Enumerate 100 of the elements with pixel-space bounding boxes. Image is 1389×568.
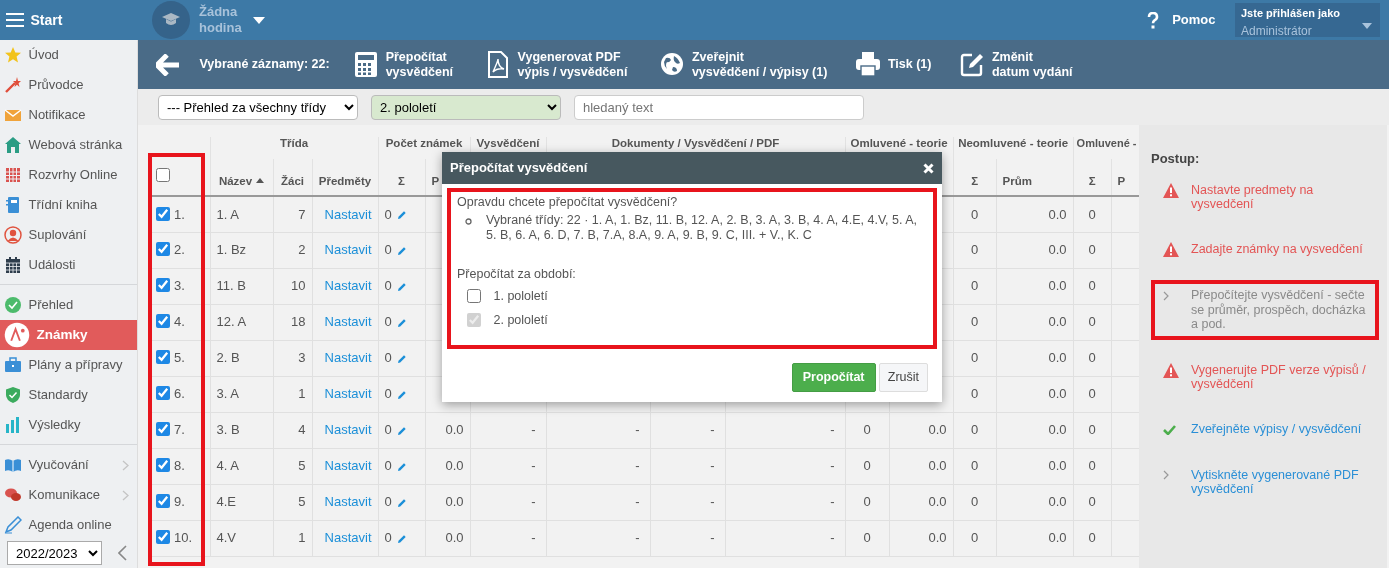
table-cell: 0 (384, 458, 392, 474)
toolbar-button[interactable]: Změnit datum vydání (959, 49, 1073, 80)
toolbar-button[interactable]: Tisk (1) (855, 51, 932, 78)
help-icon[interactable] (1147, 11, 1160, 29)
column-header[interactable]: Σ (1073, 159, 1112, 196)
period-select[interactable]: 2. pololetí (371, 94, 561, 120)
pencil-icon[interactable] (396, 353, 407, 364)
back-arrow-icon[interactable] (156, 53, 180, 76)
column-header[interactable]: Σ (378, 159, 426, 196)
sidebar-item[interactable]: Události (0, 250, 137, 280)
menu-icon[interactable] (6, 13, 24, 27)
table-cell: 0 (1073, 520, 1112, 556)
sidebar-item[interactable]: Vyučování (0, 450, 137, 480)
collapse-icon[interactable] (118, 545, 127, 561)
toolbar-button[interactable]: Přepočítat vysvědčení (353, 49, 454, 80)
sidebar-item[interactable]: Třídní kniha (0, 190, 137, 220)
row-checkbox[interactable] (156, 314, 170, 329)
table-cell: 0 (845, 448, 890, 484)
sidebar-item[interactable]: Přehled (0, 290, 137, 320)
sidebar-item[interactable]: Notifikace (0, 100, 137, 130)
search-field[interactable]: hledaný text (574, 94, 864, 120)
table-cell: 0 (384, 314, 392, 330)
table-cell: 0.0 (425, 484, 471, 520)
pencil-icon[interactable] (396, 281, 407, 292)
sidebar-item[interactable]: Úvod (0, 40, 137, 70)
table-cell: - (546, 412, 651, 448)
table-cell: 0 (953, 376, 997, 412)
pencil-icon[interactable] (396, 461, 407, 472)
sidebar-item[interactable]: Standardy (0, 380, 137, 410)
column-header[interactable]: Název (218, 175, 253, 188)
printer-icon (855, 51, 882, 78)
row-checkbox[interactable] (156, 278, 170, 293)
table-cell: 0 (384, 206, 392, 222)
table-cell: 0 (384, 242, 392, 258)
row-checkbox[interactable] (156, 458, 170, 473)
pencil-icon[interactable] (396, 389, 407, 400)
table-cell: - (470, 520, 547, 556)
class-select[interactable]: --- Přehled za všechny třídy (158, 94, 358, 120)
period-checkbox[interactable] (467, 289, 481, 304)
row-checkbox[interactable] (156, 530, 170, 545)
sidebar-item[interactable]: Komunikace (0, 480, 137, 510)
column-header[interactable]: Prům (996, 159, 1074, 196)
briefcase-icon (4, 356, 22, 374)
table-cell: 0 (1073, 412, 1112, 448)
dialog-title: Přepočítat vysvědčení (450, 160, 588, 176)
pencil-icon[interactable] (396, 533, 407, 544)
sidebar-item[interactable]: Webová stránka (0, 130, 137, 160)
sidebar-item[interactable]: Výsledky (0, 410, 137, 440)
sort-icon[interactable] (256, 178, 265, 184)
row-checkbox[interactable] (156, 350, 170, 365)
pencil-icon[interactable] (396, 497, 407, 508)
row-checkbox[interactable] (156, 494, 170, 509)
calculator-icon (353, 51, 380, 78)
pencil-icon[interactable] (396, 425, 407, 436)
table-cell: 0 (953, 196, 997, 232)
table-cell: 0 (384, 386, 392, 402)
cancel-button[interactable]: Zrušit (878, 362, 928, 392)
user-panel[interactable]: Jste přihlášen jako Administrátor (1235, 3, 1380, 37)
row-number: 8. (174, 458, 185, 474)
table-cell: 0.0 (996, 448, 1074, 484)
column-header[interactable]: Σ (953, 159, 997, 196)
bullet-icon (465, 218, 472, 226)
column-header[interactable]: Žáci (273, 159, 312, 196)
sidebar-item[interactable]: Suplování (0, 220, 137, 250)
year-select[interactable]: 2022/2023 (7, 541, 102, 565)
panel-title: Postup: (1151, 150, 1201, 168)
user-role[interactable]: Administrátor (1241, 21, 1374, 40)
table-cell: 0 (1073, 340, 1112, 376)
row-checkbox[interactable] (156, 242, 170, 257)
sidebar-item[interactable]: Rozvrhy Online (0, 160, 137, 190)
table-cell: 5 (273, 448, 312, 484)
toolbar-button[interactable]: Zveřejnit vysvědčení / výpisy (1) (659, 49, 828, 80)
help-link[interactable]: Pomoc (1172, 10, 1216, 30)
toolbar-button[interactable]: Vygenerovat PDF výpis / vysvědčení (485, 49, 628, 80)
table-cell: - (725, 448, 846, 484)
column-header[interactable]: Předměty (312, 159, 379, 196)
row-checkbox[interactable] (156, 206, 170, 221)
edit-icon (959, 51, 986, 78)
select-all-checkbox[interactable] (156, 168, 170, 182)
check-icon (1163, 425, 1176, 436)
menu-label[interactable]: Start (30, 9, 63, 31)
close-icon[interactable] (923, 162, 934, 174)
table-cell: 0 (384, 530, 392, 546)
sidebar-item[interactable]: Plány a přípravy (0, 350, 137, 380)
row-number: 9. (174, 494, 185, 510)
table-cell: 0 (384, 422, 392, 438)
pencil-icon[interactable] (396, 245, 407, 256)
pencil-icon[interactable] (396, 210, 407, 221)
row-checkbox[interactable] (156, 386, 170, 401)
warning-icon (1163, 182, 1179, 198)
caret-icon[interactable] (253, 16, 265, 24)
sidebar-item[interactable]: Průvodce (0, 70, 137, 100)
row-checkbox[interactable] (156, 422, 170, 437)
table-cell: 0.0 (996, 376, 1074, 412)
sidebar-item[interactable]: Agenda online (0, 510, 137, 540)
sidebar-item[interactable]: Známky (0, 320, 137, 350)
table-cell: 11. B (210, 268, 273, 304)
row-number: 4. (174, 314, 185, 330)
pencil-icon[interactable] (396, 317, 407, 328)
table-cell: 0 (1073, 304, 1112, 340)
